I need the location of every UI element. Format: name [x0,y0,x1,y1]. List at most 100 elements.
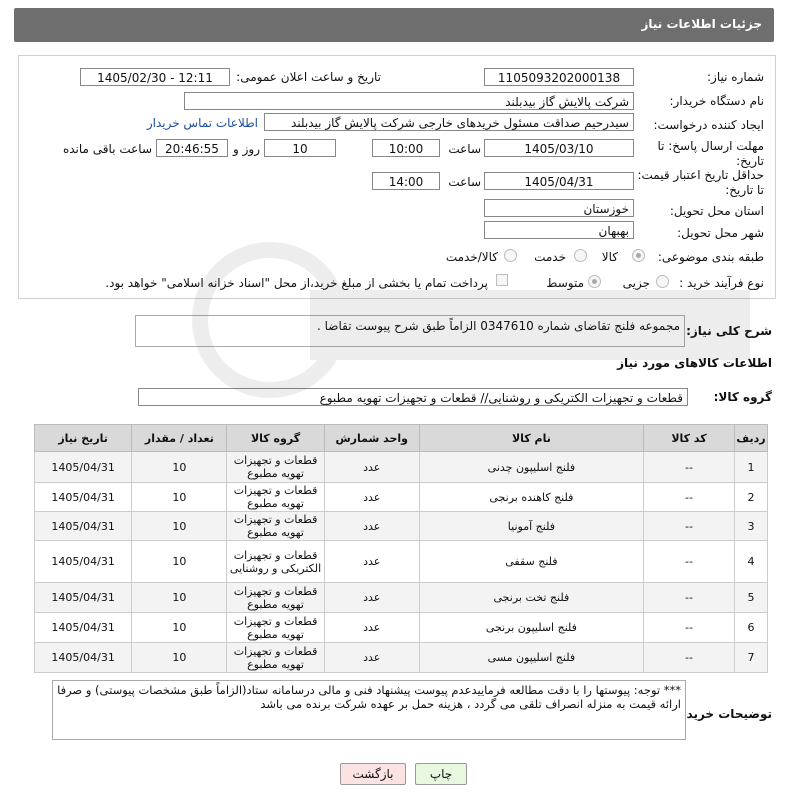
category-goods-label: کالا [601,250,618,264]
col-date-header: تاریخ نیاز [33,424,133,452]
buyer-org-field: شرکت پالایش گاز بیدبلند [184,92,634,110]
goods-group-label: گروه کالا: [713,390,772,404]
item-group: قطعات و تجهیزات الکتریکی و روشنایی [226,540,325,583]
item-group: قطعات و تجهیزات تهویه مطبوع [226,482,325,512]
print-button[interactable]: چاپ [415,763,467,785]
item-name: فلنج آمونیا [418,511,644,541]
item-code: -- [642,612,736,643]
buyer-org-label: نام دستگاه خریدار: [669,94,765,108]
row-number: 5 [734,582,768,613]
item-group: قطعات و تجهیزات تهویه مطبوع [226,642,325,673]
process-partial-radio[interactable] [656,275,669,288]
table-row: 5 -- فلنج تخت برنجی عدد قطعات و تجهیزات … [33,582,768,613]
process-medium-radio[interactable] [588,275,601,288]
item-qty: 10 [131,612,228,643]
remaining-time-field: 20:46:55 [156,139,228,157]
item-code: -- [642,540,736,583]
col-row-header: ردیف [734,424,768,452]
item-unit: عدد [323,540,420,583]
page-header: جزئیات اطلاعات نیاز [14,8,774,42]
table-row: 7 -- فلنج اسلیپون مسی عدد قطعات و تجهیزا… [33,642,768,673]
item-unit: عدد [323,451,420,483]
row-number: 3 [734,511,768,541]
need-number-label: شماره نیاز: [707,70,764,84]
description-label: شرح کلی نیاز: [686,324,772,338]
item-date: 1405/04/31 [33,612,133,643]
process-partial-label: جزیی [622,276,650,290]
item-group: قطعات و تجهیزات تهویه مطبوع [226,511,325,541]
city-label: شهر محل تحویل: [677,226,764,240]
item-date: 1405/04/31 [33,511,133,541]
price-date-field: 1405/04/31 [484,172,634,190]
items-table-header: ردیف کد کالا نام کالا واحد شمارش گروه کا… [33,424,768,452]
province-label: استان محل تحویل: [669,204,764,218]
item-date: 1405/04/31 [33,582,133,613]
row-number: 7 [734,642,768,673]
description-textarea[interactable]: مجموعه فلنج تقاضای شماره 0347610 الزاماً… [135,315,685,347]
treasury-payment-checkbox[interactable] [496,274,508,286]
col-code-header: کد کالا [642,424,736,452]
category-goods-radio[interactable] [632,249,645,262]
table-row: 6 -- فلنج اسلیپون برنجی عدد قطعات و تجهی… [33,612,768,643]
item-unit: عدد [323,612,420,643]
item-name: فلنج تخت برنجی [418,582,644,613]
item-qty: 10 [131,511,228,541]
price-time-label: ساعت [448,175,481,189]
item-qty: 10 [131,540,228,583]
item-group: قطعات و تجهیزات تهویه مطبوع [226,582,325,613]
announce-field: 1405/02/30 - 12:11 [80,68,230,86]
need-number-field: 1105093202000138 [484,68,634,86]
category-service-label: خدمت [534,250,566,264]
requester-field: سیدرحیم صداقت مسئول خریدهای خارجی شرکت پ… [264,113,634,131]
col-qty-header: تعداد / مقدار [131,424,228,452]
item-name: فلنج اسلیپون برنجی [418,612,644,643]
goods-group-field: قطعات و تجهیزات الکتریکی و روشنایی// قطع… [138,388,688,406]
requester-label: ایجاد کننده درخواست: [653,118,764,132]
back-button[interactable]: بازگشت [340,763,406,785]
reply-time-field: 10:00 [372,139,440,157]
category-label: طبقه بندی موضوعی: [657,250,764,264]
table-row: 4 -- فلنج سقفی عدد قطعات و تجهیزات الکتر… [33,540,768,583]
province-field: خوزستان [484,199,634,217]
row-number: 1 [734,451,768,483]
item-date: 1405/04/31 [33,540,133,583]
reply-date-field: 1405/03/10 [484,139,634,157]
item-unit: عدد [323,482,420,512]
item-code: -- [642,642,736,673]
item-qty: 10 [131,582,228,613]
category-both-radio[interactable] [504,249,517,262]
table-row: 1 -- فلنج اسلیپون چدنی عدد قطعات و تجهیز… [33,451,768,483]
item-code: -- [642,582,736,613]
item-unit: عدد [323,642,420,673]
contact-info-link[interactable]: اطلاعات تماس خریدار [147,116,258,130]
item-code: -- [642,451,736,483]
item-date: 1405/04/31 [33,642,133,673]
item-group: قطعات و تجهیزات تهویه مطبوع [226,612,325,643]
process-label: نوع فرآیند خرید : [679,276,764,290]
price-time-field: 14:00 [372,172,440,190]
item-qty: 10 [131,482,228,512]
category-service-radio[interactable] [574,249,587,262]
announce-label: تاریخ و ساعت اعلان عمومی: [236,70,381,84]
item-name: فلنج کاهنده برنجی [418,482,644,512]
buyer-notes-textarea[interactable]: *** توجه: پیوستها را با دقت مطالعه فرمای… [52,680,686,740]
item-code: -- [642,511,736,541]
row-number: 2 [734,482,768,512]
item-date: 1405/04/31 [33,451,133,483]
col-unit-header: واحد شمارش [323,424,420,452]
item-unit: عدد [323,582,420,613]
reply-time-label: ساعت [448,142,481,156]
item-qty: 10 [131,451,228,483]
process-medium-label: متوسط [546,276,584,290]
price-validity-label: حداقل تاریخ اعتبار قیمت: تا تاریخ: [637,168,764,197]
item-qty: 10 [131,642,228,673]
remaining-label: ساعت باقی مانده [62,142,152,156]
table-row: 2 -- فلنج کاهنده برنجی عدد قطعات و تجهیز… [33,482,768,512]
days-label: روز و [233,142,260,156]
col-name-header: نام کالا [418,424,644,452]
payment-note: پرداخت تمام یا بخشی از مبلغ خرید،از محل … [105,276,488,290]
row-number: 6 [734,612,768,643]
table-row: 3 -- فلنج آمونیا عدد قطعات و تجهیزات تهو… [33,511,768,541]
item-code: -- [642,482,736,512]
row-number: 4 [734,540,768,583]
